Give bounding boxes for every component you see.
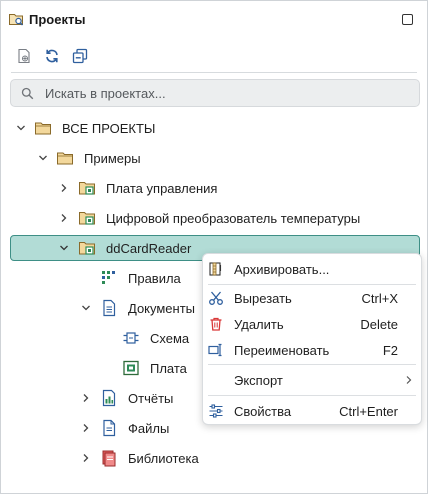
- folder-icon: [35, 122, 51, 135]
- settings-sliders-icon: [209, 404, 223, 418]
- archive-icon: [209, 262, 222, 276]
- menu-item-rename[interactable]: Переименовать F2: [203, 337, 421, 363]
- chevron-right-icon[interactable]: [59, 213, 69, 223]
- chevron-down-icon[interactable]: [59, 243, 69, 253]
- tree-item-examples[interactable]: Примеры: [1, 145, 427, 171]
- folder-icon: [57, 152, 73, 165]
- toolbar-divider: [11, 72, 417, 73]
- tree-item-label: Файлы: [128, 421, 170, 436]
- reports-icon: [102, 389, 116, 407]
- tree-item-all-projects[interactable]: ВСЕ ПРОЕКТЫ: [1, 115, 427, 141]
- menu-item-label: Архивировать...: [234, 262, 330, 277]
- tree-item-label: ВСЕ ПРОЕКТЫ: [62, 121, 156, 136]
- maximize-button[interactable]: [402, 14, 413, 25]
- menu-item-shortcut: F2: [382, 343, 398, 358]
- menu-item-label: Удалить: [234, 317, 284, 332]
- menu-separator: [208, 395, 416, 396]
- menu-item-label: Свойства: [234, 404, 292, 419]
- chevron-right-icon[interactable]: [81, 423, 91, 433]
- tree-item-library[interactable]: Библиотека: [1, 445, 427, 471]
- refresh-icon: [46, 49, 58, 63]
- projects-panel: Проекты Искать в проектах... ВСЕ ПРОЕКТЫ…: [0, 0, 428, 494]
- chevron-down-icon[interactable]: [16, 123, 26, 133]
- search-box[interactable]: [10, 79, 420, 107]
- menu-item-label: Экспорт: [234, 373, 283, 388]
- new-project-icon: [18, 48, 30, 64]
- tree-item-temp-converter[interactable]: Цифровой преобразователь температуры: [1, 205, 427, 231]
- menu-item-cut[interactable]: Вырезать Ctrl+X: [203, 285, 421, 311]
- menu-item-label: Переименовать: [234, 343, 330, 358]
- collapse-all-icon: [72, 48, 88, 64]
- tree-item-label: Отчёты: [128, 391, 174, 406]
- project-folder-icon: [79, 242, 95, 255]
- documents-icon: [103, 299, 116, 317]
- schematic-icon: [123, 332, 139, 344]
- rules-icon: [102, 271, 115, 284]
- menu-item-export[interactable]: Экспорт: [203, 367, 421, 393]
- collapse-all-button[interactable]: [69, 45, 91, 67]
- tree-item-label: ddCardReader: [106, 241, 192, 256]
- scissors-icon: [209, 291, 223, 305]
- pcb-board-icon: [123, 360, 139, 376]
- tree-item-control-board[interactable]: Плата управления: [1, 175, 427, 201]
- refresh-button[interactable]: [41, 45, 63, 67]
- chevron-right-icon[interactable]: [81, 453, 91, 463]
- menu-item-shortcut: Ctrl+Enter: [339, 404, 398, 419]
- project-folder-icon: [79, 212, 95, 225]
- tree-item-label: Примеры: [84, 151, 141, 166]
- menu-item-label: Вырезать: [234, 291, 292, 306]
- tree-item-label: Правила: [128, 271, 181, 286]
- new-project-button[interactable]: [13, 45, 35, 67]
- chevron-right-icon[interactable]: [81, 393, 91, 403]
- library-icon: [102, 450, 116, 467]
- chevron-right-icon[interactable]: [59, 183, 69, 193]
- search-input[interactable]: [45, 84, 405, 102]
- menu-item-delete[interactable]: Удалить Delete: [203, 311, 421, 337]
- rename-icon: [208, 343, 222, 357]
- tree-item-label: Плата управления: [106, 181, 218, 196]
- menu-item-properties[interactable]: Свойства Ctrl+Enter: [203, 398, 421, 424]
- project-folder-icon: [79, 182, 95, 195]
- tree-item-label: Библиотека: [128, 451, 199, 466]
- chevron-down-icon[interactable]: [81, 303, 91, 313]
- panel-title: Проекты: [29, 12, 86, 27]
- file-icon: [103, 419, 116, 437]
- tree-item-label: Документы: [128, 301, 196, 316]
- trash-icon: [210, 317, 222, 331]
- tree-item-label: Цифровой преобразователь температуры: [106, 211, 361, 226]
- tree-item-label: Схема: [150, 331, 190, 346]
- tree-item-label: Плата: [150, 361, 187, 376]
- panel-header: Проекты: [1, 1, 427, 37]
- menu-item-archive[interactable]: Архивировать...: [203, 256, 421, 282]
- context-menu: Архивировать... Вырезать Ctrl+X Удалить …: [202, 253, 422, 425]
- menu-item-shortcut: Delete: [360, 317, 398, 332]
- toolbar: [1, 45, 427, 69]
- projects-folder-search-icon: [9, 14, 23, 26]
- chevron-down-icon[interactable]: [38, 153, 48, 163]
- menu-item-shortcut: Ctrl+X: [361, 291, 398, 306]
- search-icon: [21, 87, 34, 100]
- chevron-right-icon: [406, 376, 412, 384]
- menu-separator: [208, 364, 416, 365]
